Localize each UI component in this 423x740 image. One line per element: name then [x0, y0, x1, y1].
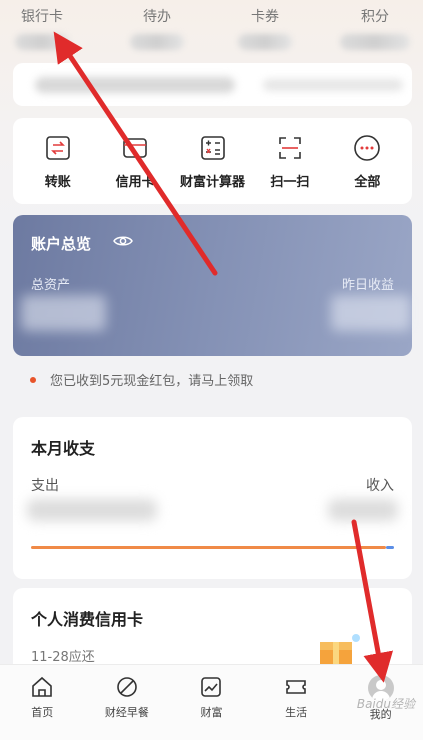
account-overview-card[interactable]: 账户总览 总资产 昨日收益 — [13, 215, 412, 356]
quick-scan[interactable]: 扫一扫 — [251, 118, 328, 204]
quick-actions: 转账 信用卡 财富计算器 扫一扫 全部 — [13, 118, 412, 204]
expense-bar — [31, 546, 386, 549]
tab-label: 生活 — [285, 706, 308, 719]
notice-banner[interactable] — [13, 63, 412, 106]
stat-value-blurred — [130, 34, 184, 50]
monthly-title: 本月收支 — [31, 439, 96, 458]
stat-label: 待办 — [143, 9, 171, 25]
stat-coupons[interactable]: 卡券 — [220, 0, 310, 50]
expense-value-blurred — [27, 499, 157, 521]
home-icon — [30, 675, 54, 699]
quick-transfer[interactable]: 转账 — [19, 118, 96, 204]
quick-label: 全部 — [354, 175, 381, 190]
red-packet-text: 您已收到5元现金红包，请马上领取 — [50, 374, 254, 389]
transfer-icon — [44, 134, 72, 162]
income-value-blurred — [328, 499, 398, 521]
quick-calculator[interactable]: 财富计算器 — [174, 118, 251, 204]
credit-card-title: 个人消费信用卡 — [31, 610, 144, 629]
total-assets-blurred — [21, 295, 106, 331]
stat-points[interactable]: 积分 — [330, 0, 420, 50]
yesterday-income-label: 昨日收益 — [341, 278, 394, 293]
income-label: 收入 — [366, 478, 394, 494]
notice-dot — [30, 376, 36, 383]
red-packet-notice[interactable]: 您已收到5元现金红包，请马上领取 — [30, 370, 253, 389]
tab-label: 财富 — [200, 706, 223, 719]
eye-icon[interactable] — [113, 233, 133, 253]
tab-life[interactable]: 生活 — [254, 665, 339, 740]
overview-title: 账户总览 — [31, 235, 92, 253]
expense-label: 支出 — [31, 478, 59, 494]
notice-blurred-text — [35, 77, 235, 93]
tab-home[interactable]: 首页 — [0, 665, 85, 740]
stat-label: 积分 — [361, 9, 389, 25]
top-stats-row: 银行卡 待办 卡券 积分 — [0, 0, 423, 60]
tab-finance-breakfast[interactable]: 财经早餐 — [85, 665, 170, 740]
leaf-icon — [115, 675, 139, 699]
credit-card-due: 11-28应还 — [31, 650, 95, 665]
quick-all[interactable]: 全部 — [329, 118, 406, 204]
quick-label: 扫一扫 — [270, 175, 310, 190]
chart-icon — [199, 675, 223, 699]
stat-todo[interactable]: 待办 — [112, 0, 202, 50]
quick-label: 信用卡 — [115, 175, 155, 190]
income-bar — [386, 546, 394, 549]
monthly-summary-card[interactable]: 本月收支 支出 收入 — [13, 417, 412, 579]
quick-credit-card[interactable]: 信用卡 — [96, 118, 173, 204]
quick-label: 转账 — [44, 175, 71, 190]
ticket-icon — [284, 675, 308, 699]
calculator-icon — [199, 134, 227, 162]
quick-label: 财富计算器 — [180, 175, 246, 190]
tab-wealth[interactable]: 财富 — [169, 665, 254, 740]
tab-label: 首页 — [31, 706, 54, 719]
stat-value-blurred — [340, 34, 410, 50]
stat-bank-card[interactable]: 银行卡 — [0, 0, 87, 50]
scan-icon — [276, 134, 304, 162]
total-assets-label: 总资产 — [31, 278, 71, 293]
stat-label: 银行卡 — [21, 9, 63, 25]
stat-value-blurred — [238, 34, 292, 50]
yesterday-income-blurred — [331, 295, 411, 331]
stat-value-blurred — [15, 34, 69, 50]
more-icon — [353, 134, 381, 162]
notice-blurred-text-2 — [263, 79, 403, 91]
tab-label: 财经早餐 — [104, 706, 149, 719]
watermark: Baidu经验 — [356, 697, 415, 711]
credit-card-icon — [121, 134, 149, 162]
stat-label: 卡券 — [251, 9, 279, 25]
